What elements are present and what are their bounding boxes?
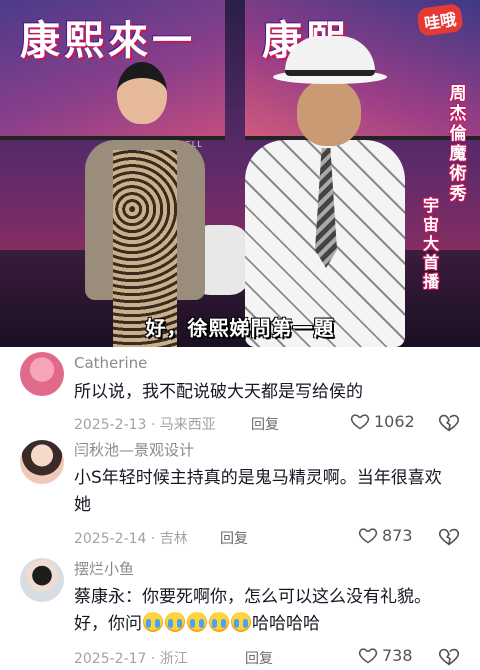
heart-icon — [358, 528, 378, 544]
video-frame[interactable]: 康熙來一 康熙 ZINWELL 哇哦 周杰倫魔術秀 宇宙大首播 好，徐熙娣問第一… — [0, 0, 480, 347]
like-count: 738 — [382, 645, 413, 665]
comment-text-line: 好，你问 哈哈哈哈 — [74, 611, 454, 638]
comment-text: 小S年轻时候主持真的是鬼马精灵啊。当年很喜欢她 — [74, 468, 442, 515]
show-logo-left: 康熙來一 — [20, 17, 196, 64]
host-left-head — [117, 62, 167, 124]
avatar[interactable] — [20, 440, 64, 484]
heart-icon — [358, 648, 378, 664]
like-count: 1062 — [374, 411, 415, 431]
crying-face-icon — [165, 612, 185, 632]
comment-text-suffix: 哈哈哈哈 — [252, 614, 320, 634]
host-left — [85, 62, 205, 347]
comment-date-location: 2025-2-13 · 马来西亚 — [74, 417, 216, 433]
crying-face-icon — [209, 612, 229, 632]
dislike-icon[interactable] — [438, 411, 460, 433]
comment-text: 所以说，我不配说破大天都是写给侯的 — [74, 382, 363, 402]
crying-face-icon — [143, 612, 163, 632]
comment-username[interactable]: Catherine — [74, 354, 147, 372]
comment-date-location: 2025-2-17 · 浙江 — [74, 651, 188, 667]
reply-button[interactable]: 回复 — [220, 528, 248, 548]
host-right — [245, 36, 405, 347]
like-button[interactable]: 1062 — [350, 411, 415, 431]
vertical-caption-secondary: 宇宙大首播 — [422, 196, 439, 291]
like-button[interactable]: 738 — [358, 645, 413, 665]
comment-username[interactable]: 摆烂小鱼 — [74, 558, 134, 579]
vertical-caption: 周杰倫魔術秀 — [449, 84, 467, 204]
reply-button[interactable]: 回复 — [251, 414, 279, 434]
white-hat — [285, 36, 375, 76]
avatar[interactable] — [20, 352, 64, 396]
reply-button[interactable]: 回复 — [245, 648, 273, 668]
comment-date-location: 2025-2-14 · 吉林 — [74, 531, 188, 547]
like-button[interactable]: 873 — [358, 525, 413, 545]
like-count: 873 — [382, 525, 413, 545]
comment-text-line: 蔡康永：你要死啊你，怎么可以这么没有礼貌。 — [74, 587, 431, 607]
host-right-head — [297, 80, 361, 146]
crying-face-icon — [187, 612, 207, 632]
dislike-icon[interactable] — [438, 525, 460, 547]
video-subtitle: 好，徐熙娣問第一題 — [145, 316, 335, 340]
comment-text: 蔡康永：你要死啊你，怎么可以这么没有礼貌。 好，你问 哈哈哈哈 — [74, 584, 454, 638]
heart-icon — [350, 414, 370, 430]
avatar[interactable] — [20, 558, 64, 602]
crying-face-icon — [231, 612, 251, 632]
comment-text-prefix: 好，你问 — [74, 614, 142, 634]
dislike-icon[interactable] — [438, 645, 460, 667]
comment-username[interactable]: 闫秋池—景观设计 — [74, 439, 194, 460]
comment-list: Catherine 所以说，我不配说破大天都是写给侯的 2025-2-13 · … — [0, 347, 480, 670]
